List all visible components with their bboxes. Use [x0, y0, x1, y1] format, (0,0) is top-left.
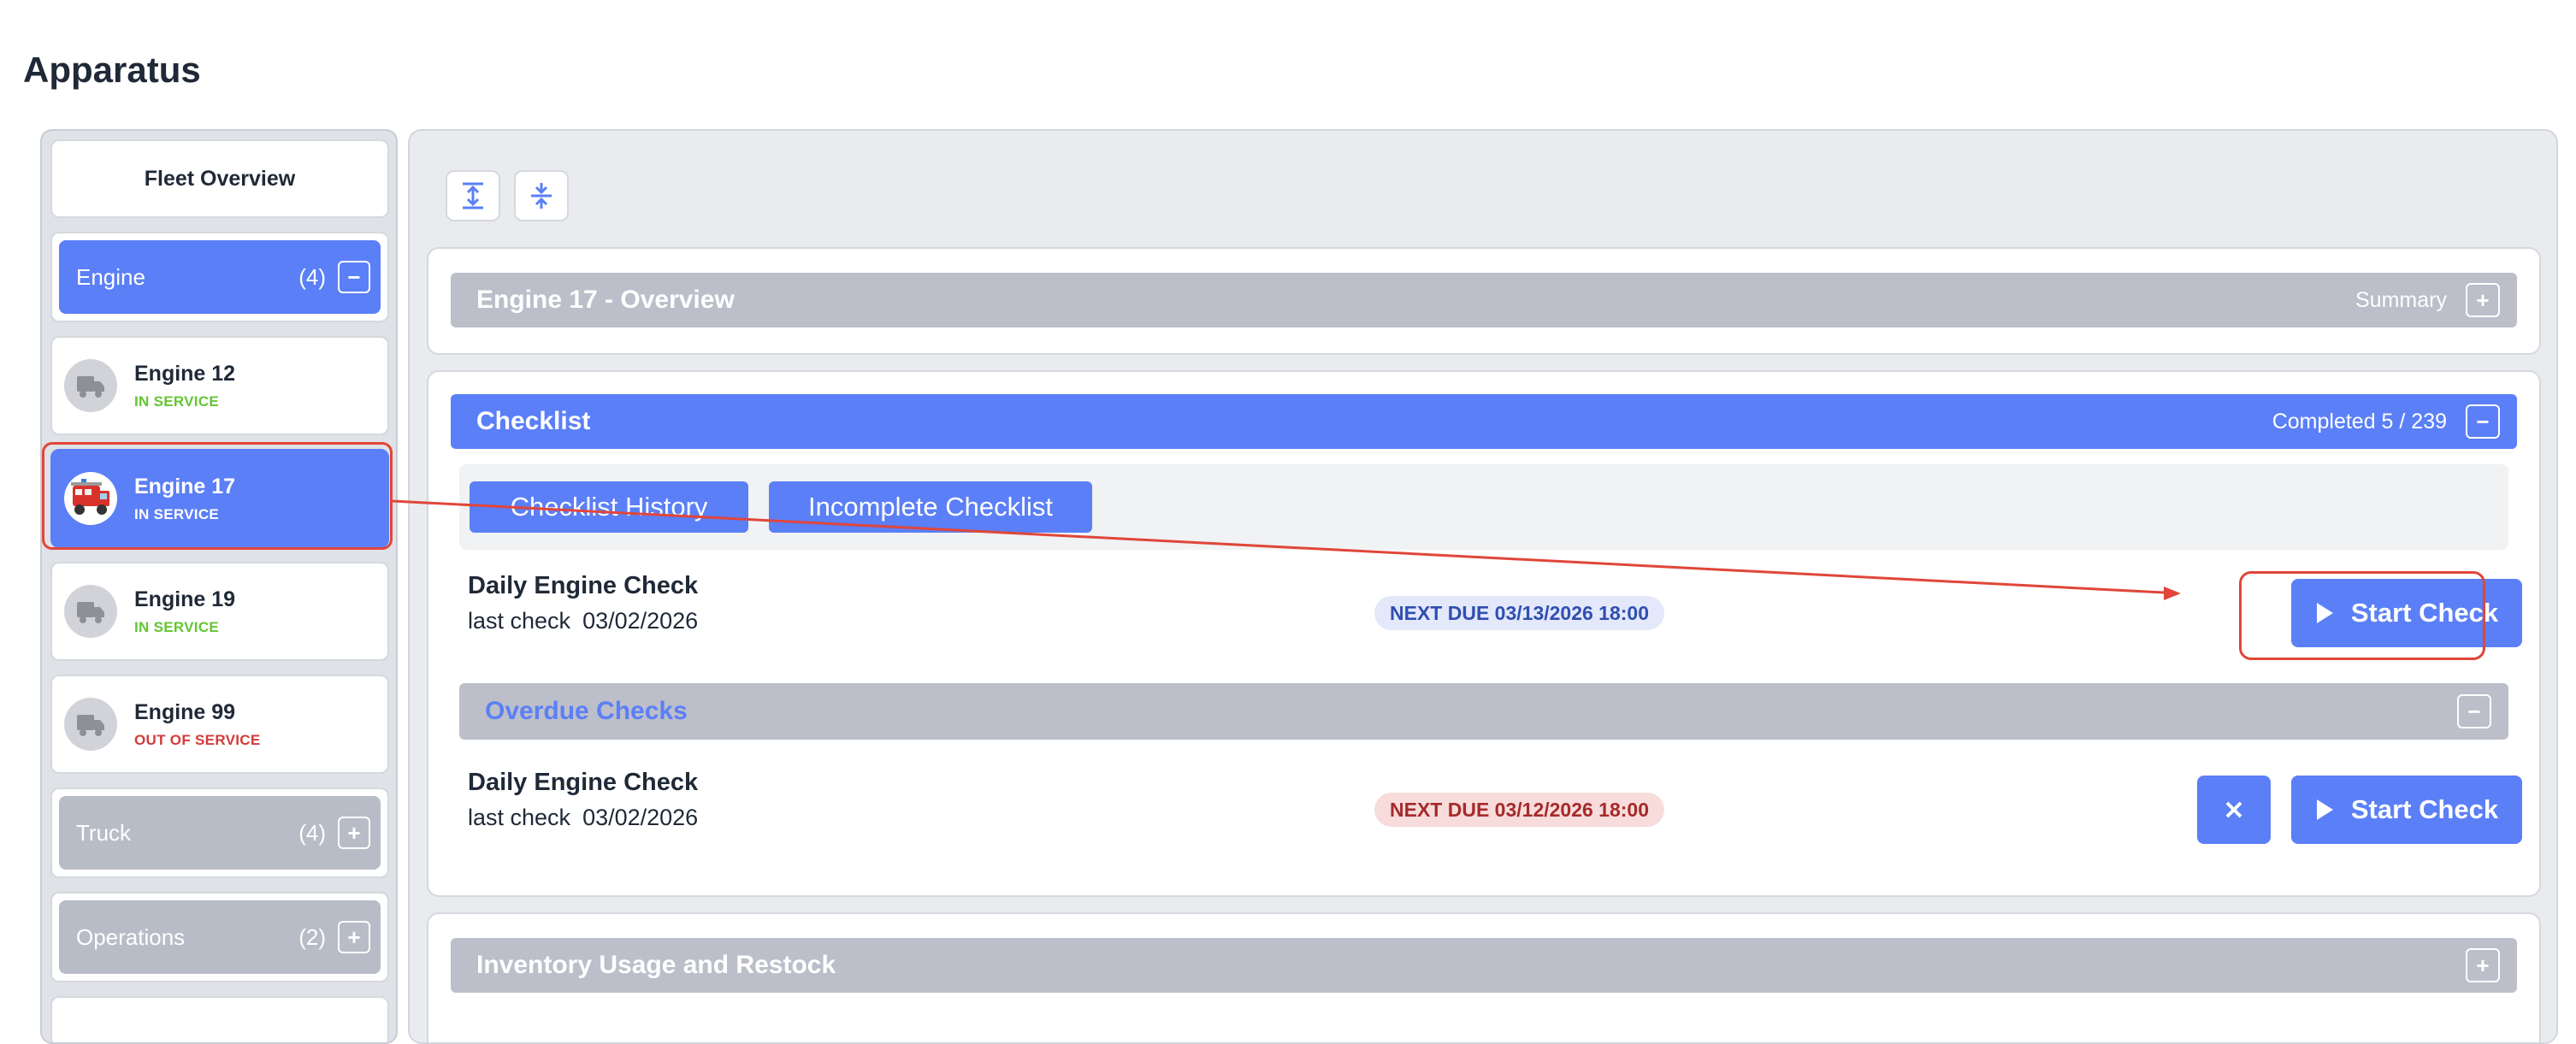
- collapse-overdue-button[interactable]: −: [2457, 694, 2491, 728]
- expand-group-button[interactable]: +: [338, 921, 370, 953]
- tab-checklist-history[interactable]: Checklist History: [470, 481, 748, 533]
- start-check-button[interactable]: Start Check: [2291, 776, 2522, 844]
- checklist-title: Checklist: [476, 407, 591, 435]
- last-check-date: 03/02/2026: [582, 805, 699, 830]
- checklist-item: Daily Engine Check last check 03/02/2026 …: [468, 562, 2522, 656]
- checklist-tabs: Checklist History Incomplete Checklist: [459, 464, 2508, 550]
- unit-name: Engine 99: [134, 699, 236, 724]
- inventory-panel: Inventory Usage and Restock +: [427, 912, 2541, 1042]
- unit-status: OUT OF SERVICE: [134, 731, 261, 748]
- apparatus-sidebar: Fleet Overview Engine (4) − Engine 12 IN…: [40, 129, 398, 1044]
- group-truck: Truck (4) +: [50, 787, 389, 878]
- completed-count: Completed 5 / 239: [2272, 409, 2447, 434]
- unit-name: Engine 17: [134, 474, 236, 498]
- last-check-label: last check: [468, 805, 571, 830]
- dismiss-check-button[interactable]: [2197, 776, 2271, 844]
- group-operations-header[interactable]: Operations (2) +: [59, 900, 381, 974]
- expand-group-button[interactable]: +: [338, 817, 370, 849]
- close-icon: [2225, 801, 2242, 818]
- collapse-group-button[interactable]: −: [338, 261, 370, 293]
- group-engine-header[interactable]: Engine (4) −: [59, 240, 381, 314]
- collapse-checklist-button[interactable]: −: [2466, 404, 2500, 439]
- truck-icon: [64, 585, 117, 638]
- group-label: Engine: [76, 263, 145, 290]
- group-engine: Engine (4) −: [50, 232, 389, 322]
- play-icon: [2316, 603, 2333, 623]
- main-panel: Engine 17 - Overview Summary + Checklist…: [408, 129, 2558, 1044]
- unit-status: IN SERVICE: [134, 618, 220, 635]
- check-name: Daily Engine Check: [468, 769, 699, 796]
- summary-label: Summary: [2355, 287, 2447, 312]
- page-title: Apparatus: [23, 50, 201, 90]
- collapse-all-button[interactable]: [514, 170, 569, 221]
- overdue-checklist-item: Daily Engine Check last check 03/02/2026 …: [468, 758, 2522, 852]
- unit-status: IN SERVICE: [134, 505, 220, 522]
- sidebar-item-engine-17[interactable]: Engine 17 IN SERVICE: [50, 449, 389, 548]
- inventory-title: Inventory Usage and Restock: [476, 951, 836, 979]
- group-count: (4): [298, 819, 326, 846]
- group-count: (4): [298, 263, 326, 290]
- group-count: (2): [298, 923, 326, 950]
- start-check-button[interactable]: Start Check: [2291, 579, 2522, 647]
- overdue-title: Overdue Checks: [485, 697, 688, 725]
- sidebar-item-partial[interactable]: [50, 996, 389, 1042]
- last-check: last check 03/02/2026: [468, 608, 698, 634]
- group-operations: Operations (2) +: [50, 892, 389, 982]
- overview-panel: Engine 17 - Overview Summary +: [427, 247, 2541, 355]
- fire-engine-icon: [64, 472, 117, 525]
- unit-name: Engine 12: [134, 361, 236, 386]
- check-name: Daily Engine Check: [468, 572, 699, 599]
- group-label: Operations: [76, 923, 186, 950]
- last-check-date: 03/02/2026: [582, 608, 699, 634]
- truck-icon: [64, 698, 117, 751]
- start-check-label: Start Check: [2350, 794, 2499, 824]
- last-check: last check 03/02/2026: [468, 805, 698, 831]
- checklist-panel: Checklist Completed 5 / 239 − Checklist …: [427, 370, 2541, 897]
- expand-overview-button[interactable]: +: [2466, 283, 2500, 317]
- overdue-checks-header[interactable]: Overdue Checks −: [459, 683, 2508, 740]
- next-due-badge: NEXT DUE 03/12/2026 18:00: [1374, 793, 1665, 827]
- sidebar-item-engine-99[interactable]: Engine 99 OUT OF SERVICE: [50, 675, 389, 774]
- sidebar-item-engine-12[interactable]: Engine 12 IN SERVICE: [50, 336, 389, 435]
- overview-header[interactable]: Engine 17 - Overview Summary +: [451, 273, 2517, 327]
- fleet-overview-button[interactable]: Fleet Overview: [50, 139, 389, 218]
- start-check-label: Start Check: [2350, 598, 2499, 628]
- collapse-all-icon: [531, 183, 552, 209]
- group-truck-header[interactable]: Truck (4) +: [59, 796, 381, 870]
- checklist-header[interactable]: Checklist Completed 5 / 239 −: [451, 394, 2517, 449]
- next-due-badge: NEXT DUE 03/13/2026 18:00: [1374, 596, 1665, 630]
- play-icon: [2316, 799, 2333, 820]
- truck-icon: [64, 359, 117, 412]
- sidebar-item-engine-19[interactable]: Engine 19 IN SERVICE: [50, 562, 389, 661]
- tab-incomplete-checklist[interactable]: Incomplete Checklist: [769, 481, 1092, 533]
- unit-status: IN SERVICE: [134, 392, 220, 410]
- unit-name: Engine 19: [134, 587, 236, 611]
- overview-title: Engine 17 - Overview: [476, 286, 735, 314]
- inventory-header[interactable]: Inventory Usage and Restock +: [451, 938, 2517, 993]
- group-label: Truck: [76, 819, 132, 846]
- expand-inventory-button[interactable]: +: [2466, 948, 2500, 982]
- expand-all-icon: [463, 182, 483, 209]
- last-check-label: last check: [468, 608, 571, 634]
- expand-all-button[interactable]: [446, 170, 500, 221]
